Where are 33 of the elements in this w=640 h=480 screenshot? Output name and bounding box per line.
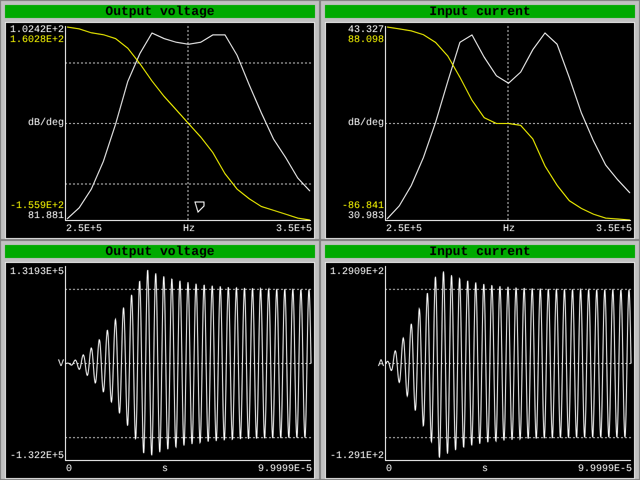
axis-unit-label: V [58,360,64,370]
axis-min-label: -1.322E+5 [10,452,64,462]
axis-unit-label: Hz [502,225,515,235]
window-title: Input current [325,5,635,18]
axis-min-label: -1.291E+2 [330,452,384,462]
axis-unit-label: A [378,360,384,370]
axis-min-label: 81.881 [28,212,64,222]
axis-end-label: 3.5E+5 [596,225,632,235]
axis-max-label: 43.327 [348,26,384,36]
axis-unit-label: Hz [182,225,195,235]
axis-min-label: 30.983 [348,212,384,222]
axis-start-label: 0 [66,465,72,475]
axis-unit-label: dB/deg [28,119,64,129]
axis-max-label: 1.2909E+2 [330,268,384,278]
axis-unit-label: s [482,465,488,475]
axis-unit-label: dB/deg [348,119,384,129]
pointer-icon[interactable] [194,202,204,213]
axis-unit-label: s [162,465,168,475]
axis-max-label: 1.3193E+5 [10,268,64,278]
window-title: Output voltage [5,5,315,18]
window-title: Input current [325,245,635,258]
axis-min-label: -86.841 [342,202,384,212]
axis-start-label: 2.5E+5 [386,225,422,235]
window-title: Output voltage [5,245,315,258]
axis-end-label: 9.9999E-5 [258,465,312,475]
axis-start-label: 0 [386,465,392,475]
axis-min-label: -1.559E+2 [10,202,64,212]
axis-end-label: 3.5E+5 [276,225,312,235]
axis-max-label: 88.098 [348,36,384,46]
axis-start-label: 2.5E+5 [66,225,102,235]
axis-max-label: 1.0242E+2 [10,26,64,36]
axis-max-label: 1.6028E+2 [10,36,64,46]
axis-end-label: 9.9999E-5 [578,465,632,475]
